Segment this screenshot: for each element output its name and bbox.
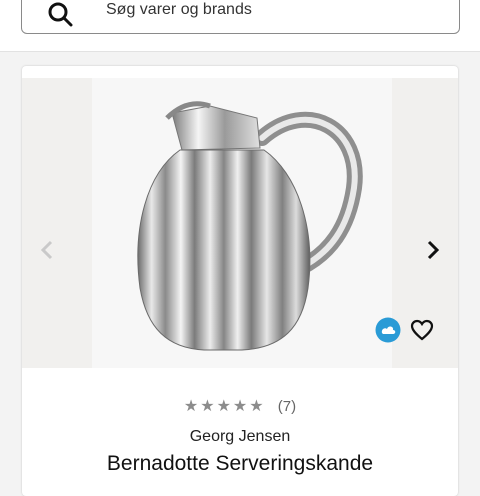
search-field[interactable]: Søg varer og brands [21,0,460,34]
star-icon: ★ [249,398,266,415]
search-placeholder: Søg varer og brands [106,1,252,18]
product-rating[interactable]: ★★★★★ (7) [22,396,458,416]
star-icon: ★ [232,398,250,415]
star-icon: ★ [183,398,201,415]
eco-cloud-icon[interactable] [375,317,401,343]
star-icon: ★ [216,398,233,415]
chevron-left-icon[interactable] [36,238,60,262]
star-icon: ★ [200,398,217,415]
product-title[interactable]: Bernadotte Serveringskande [22,452,458,476]
jug-illustration [137,101,363,351]
rating-count: (7) [277,397,297,415]
product-photo [92,78,392,368]
chevron-right-icon[interactable] [420,238,444,262]
heart-icon[interactable] [410,318,434,342]
product-brand[interactable]: Georg Jensen [22,428,458,446]
header-bar: Søg varer og brands [0,0,480,52]
search-icon [48,2,73,27]
product-image[interactable] [22,78,458,368]
rating-stars: ★★★★★ [184,396,266,416]
product-card[interactable]: ★★★★★ (7) Georg Jensen Bernadotte Server… [22,66,458,496]
